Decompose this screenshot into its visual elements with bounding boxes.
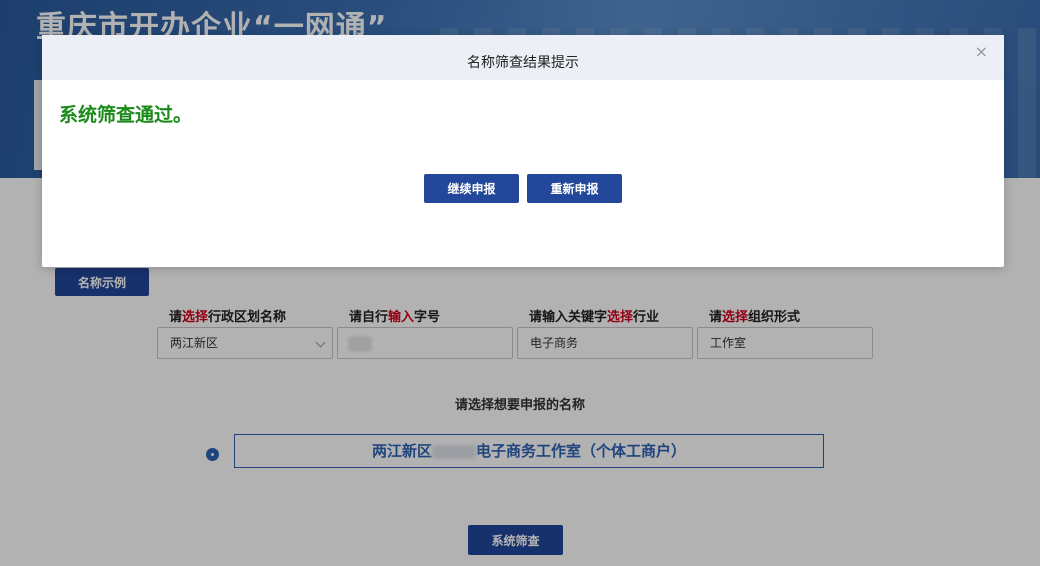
- close-icon[interactable]: ×: [975, 44, 988, 60]
- dialog-header: 名称筛查结果提示 ×: [42, 35, 1004, 80]
- reapply-button[interactable]: 重新申报: [527, 174, 622, 203]
- continue-apply-button[interactable]: 继续申报: [424, 174, 519, 203]
- screening-result-message: 系统筛查通过。: [59, 104, 193, 126]
- screening-result-dialog: 名称筛查结果提示 × 系统筛查通过。 继续申报 重新申报: [42, 35, 1004, 267]
- dialog-title: 名称筛查结果提示: [467, 55, 579, 71]
